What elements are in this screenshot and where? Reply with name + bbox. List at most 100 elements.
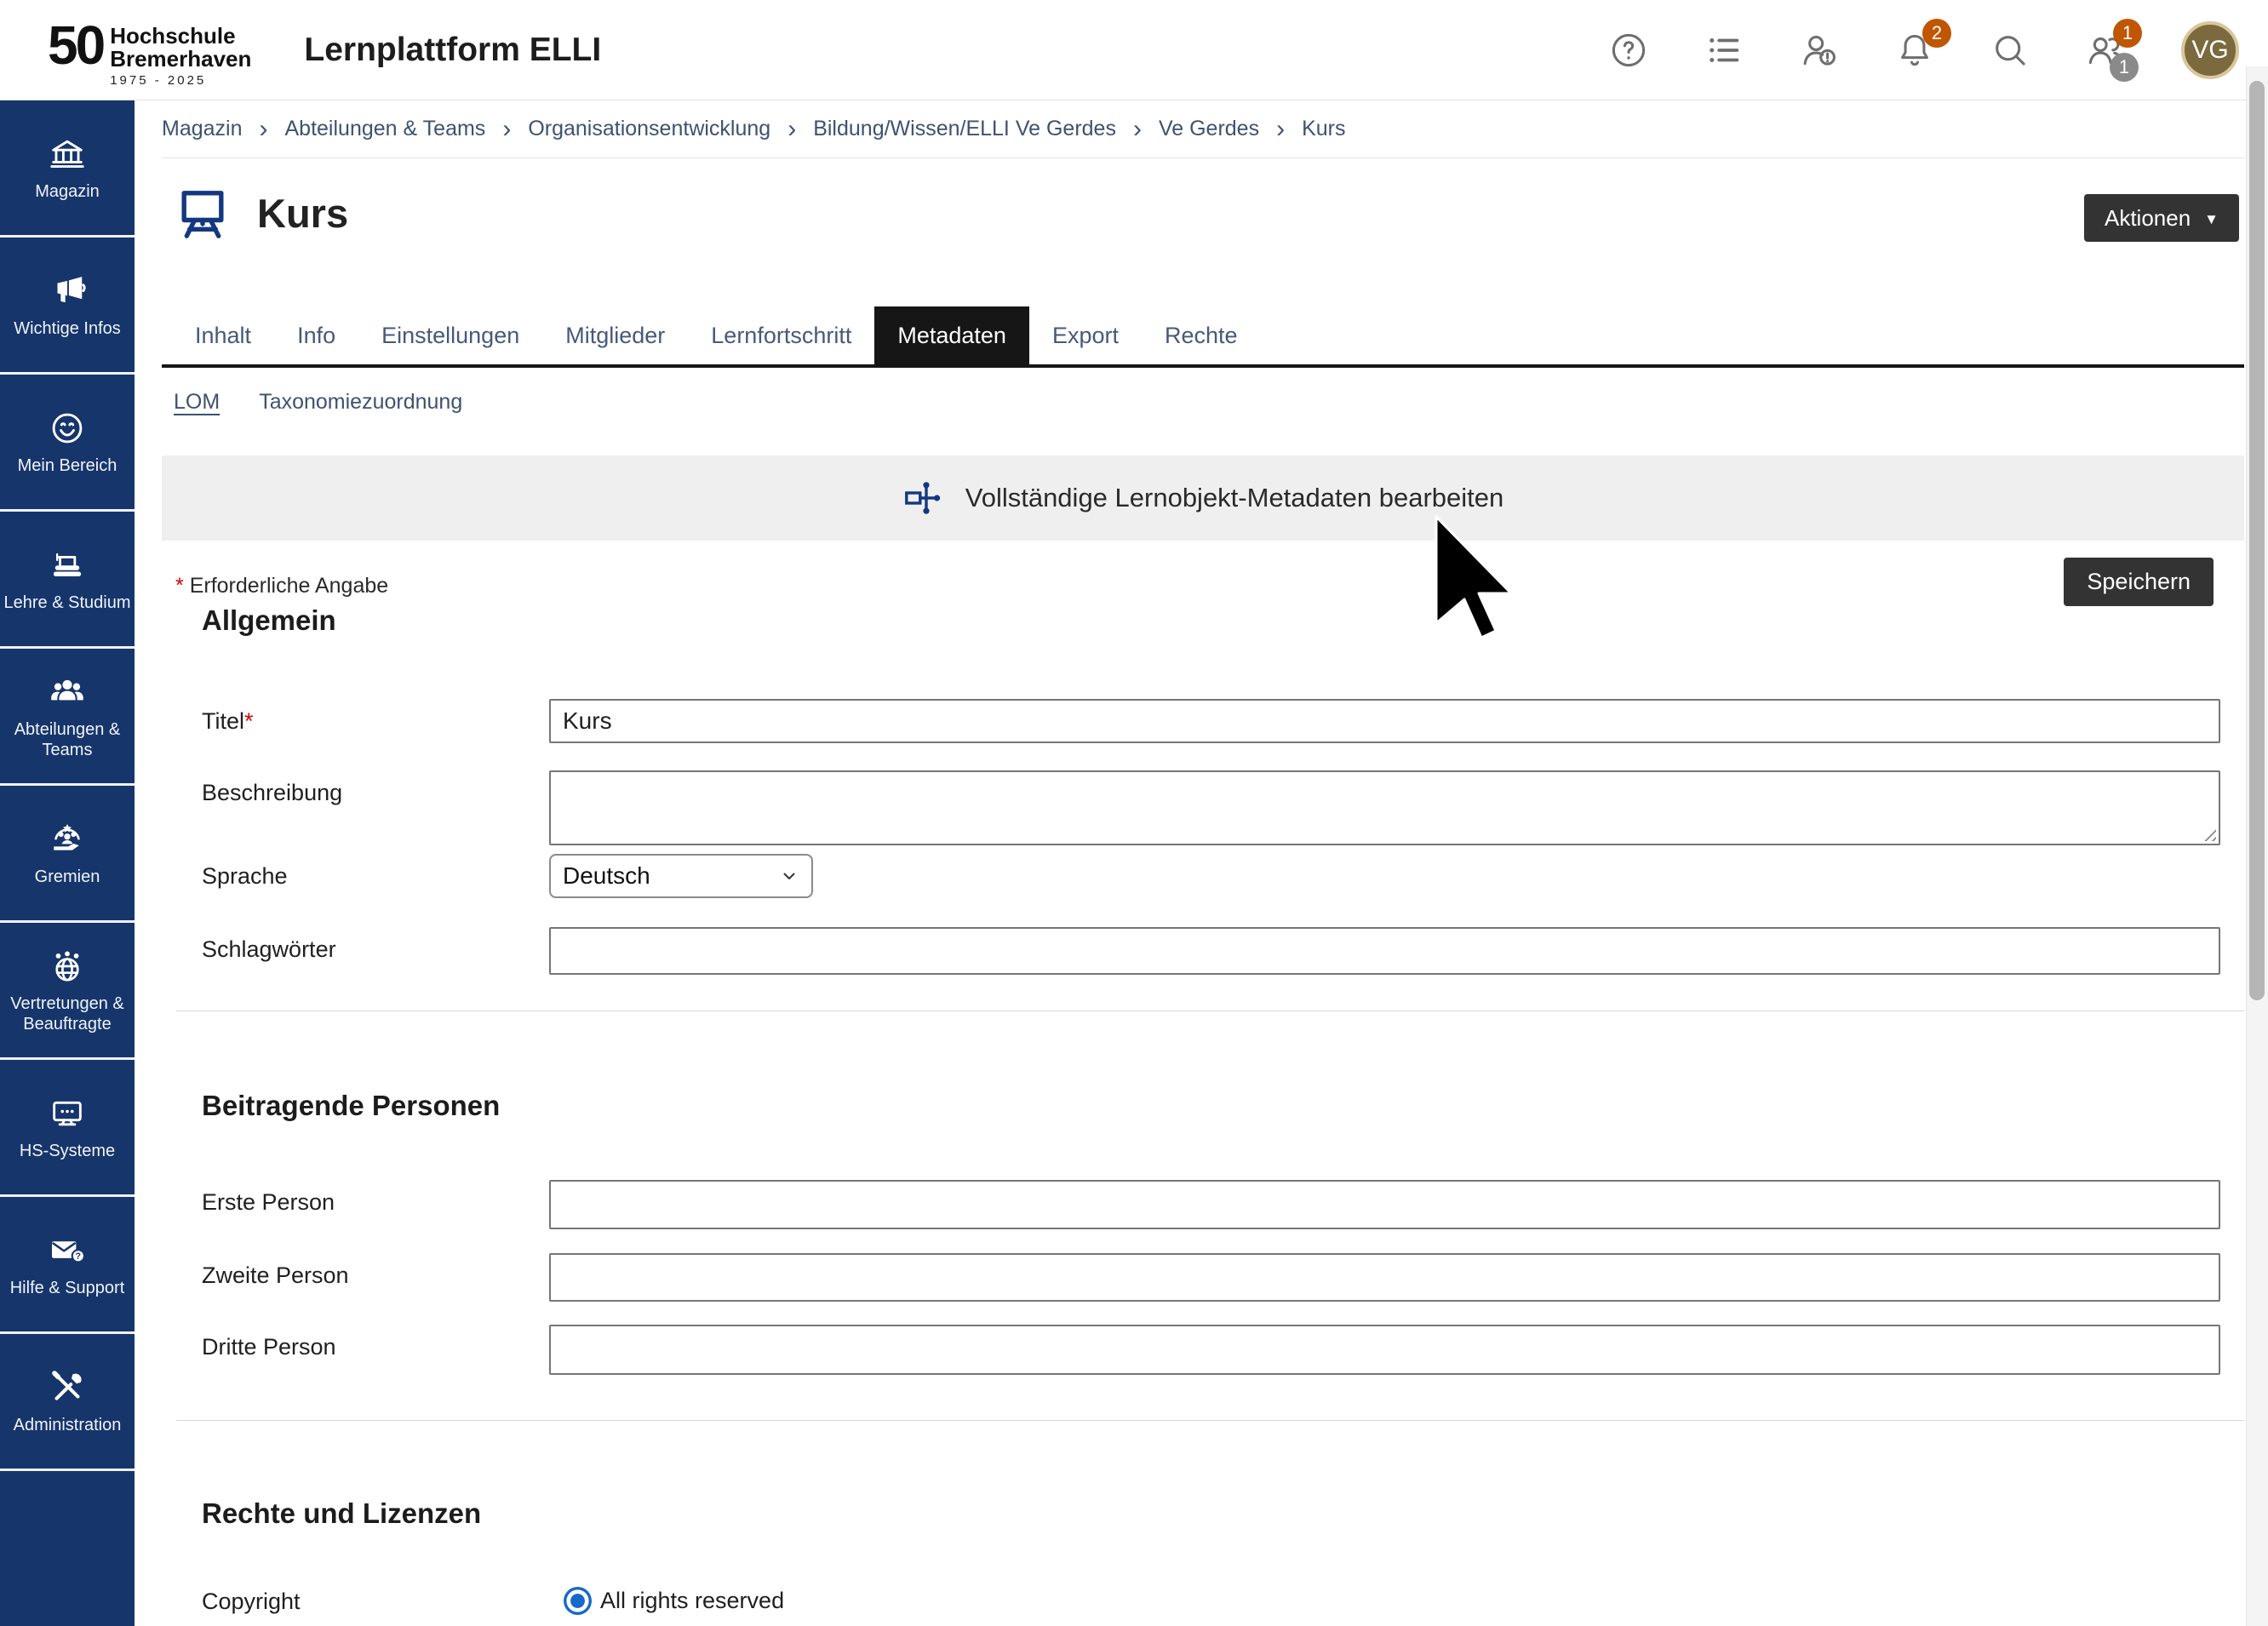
logo-years: 1975 - 2025 (110, 73, 251, 88)
main-sidebar: Magazin Wichtige Infos Mein Bereich (0, 100, 135, 1626)
breadcrumb: Magazin › Abteilungen & Teams › Organisa… (162, 100, 2244, 158)
sidebar-item-label: Gremien (35, 867, 100, 887)
sidebar-item-administration[interactable]: Administration (0, 1334, 135, 1471)
search-icon[interactable] (1990, 31, 2030, 70)
tab-rechte[interactable]: Rechte (1142, 306, 1261, 364)
logo-50: 50 (48, 20, 103, 72)
help-icon[interactable] (1609, 31, 1648, 70)
subtab-lom[interactable]: LOM (174, 390, 220, 418)
notifications-bell-icon[interactable]: 2 (1895, 31, 1934, 70)
tools-icon (48, 1368, 87, 1407)
breadcrumb-link[interactable]: Magazin (162, 117, 243, 141)
sidebar-item-wichtige-infos[interactable]: Wichtige Infos (0, 238, 135, 375)
save-button[interactable]: Speichern (2064, 558, 2214, 606)
notifications-badge: 2 (1922, 19, 1951, 48)
sidebar-item-gremien[interactable]: Gremien (0, 786, 135, 923)
sidebar-item-hilfe-support[interactable]: ? Hilfe & Support (0, 1197, 135, 1334)
breadcrumb-separator: › (788, 117, 796, 142)
vertical-scrollbar-track[interactable] (2246, 66, 2268, 1626)
mail-question-icon: ? (48, 1231, 87, 1270)
caret-down-icon: ▼ (2204, 211, 2219, 228)
sprache-select[interactable]: Deutsch (549, 854, 813, 898)
metadata-nodes-icon (902, 478, 943, 518)
sidebar-item-label: Hilfe & Support (10, 1278, 125, 1298)
top-header: 50 Hochschule Bremerhaven 1975 - 2025 Le… (0, 0, 2268, 100)
bank-icon (48, 135, 87, 174)
logo-name-line2: Bremerhaven (110, 48, 251, 71)
monitor-icon (48, 1094, 87, 1133)
page-title: Kurs (257, 190, 348, 237)
tab-einstellungen[interactable]: Einstellungen (358, 306, 542, 364)
tab-inhalt[interactable]: Inhalt (172, 306, 274, 364)
beschreibung-label: Beschreibung (202, 770, 549, 806)
breadcrumb-separator: › (1276, 117, 1285, 142)
course-easel-icon (174, 184, 232, 242)
sidebar-item-label: Administration (14, 1415, 122, 1435)
sidebar-item-abteilungen-teams[interactable]: Abteilungen & Teams (0, 649, 135, 786)
breadcrumb-current[interactable]: Kurs (1302, 117, 1345, 141)
awareness-person-icon[interactable] (1800, 31, 1839, 70)
section-title-allgemein: Allgemein (202, 604, 336, 637)
required-asterisk: * (244, 708, 254, 734)
sidebar-item-label: Abteilungen & Teams (3, 719, 132, 760)
sidebar-item-label: Magazin (35, 181, 100, 202)
dritte-person-label: Dritte Person (202, 1325, 549, 1360)
smiley-icon (48, 409, 87, 448)
sidebar-item-hs-systeme[interactable]: HS-Systeme (0, 1060, 135, 1197)
main-menu-list-icon[interactable] (1704, 31, 1744, 70)
sidebar-item-magazin[interactable]: Magazin (0, 100, 135, 238)
user-avatar[interactable]: VG (2181, 21, 2239, 79)
edit-full-metadata-banner[interactable]: Vollständige Lernobjekt-Metadaten bearbe… (162, 455, 2244, 541)
dritte-person-input[interactable] (549, 1325, 2220, 1375)
section-title-beitragende: Beitragende Personen (202, 1090, 500, 1122)
breadcrumb-separator: › (260, 117, 268, 142)
copyright-radio-selected[interactable] (564, 1587, 592, 1615)
erste-person-label: Erste Person (202, 1180, 549, 1216)
section-title-rechte: Rechte und Lizenzen (202, 1497, 481, 1530)
sidebar-item-label: Mein Bereich (18, 455, 117, 476)
breadcrumb-link[interactable]: Bildung/Wissen/ELLI Ve Gerdes (813, 117, 1116, 141)
required-note: * Erforderliche Angabe (175, 574, 388, 598)
contacts-icon[interactable]: 1 1 (2086, 31, 2125, 70)
sidebar-item-mein-bereich[interactable]: Mein Bereich (0, 375, 135, 512)
tab-info[interactable]: Info (274, 306, 358, 364)
beschreibung-textarea[interactable] (549, 770, 2220, 845)
vertical-scrollbar-thumb[interactable] (2249, 81, 2265, 1000)
schlagwoerter-label: Schlagwörter (202, 927, 549, 963)
subtab-taxonomiezuordnung[interactable]: Taxonomiezuordnung (259, 390, 462, 418)
app-window: 50 Hochschule Bremerhaven 1975 - 2025 Le… (0, 0, 2268, 1626)
university-logo[interactable]: 50 Hochschule Bremerhaven 1975 - 2025 (48, 13, 251, 88)
logo-name-line1: Hochschule (110, 25, 251, 48)
contacts-badge-count: 1 (2110, 53, 2139, 82)
sub-tab-bar: LOM Taxonomiezuordnung (174, 390, 462, 418)
sprache-label: Sprache (202, 854, 549, 890)
sidebar-item-vertretungen[interactable]: Vertretungen & Beauftragte (0, 923, 135, 1060)
breadcrumb-link[interactable]: Abteilungen & Teams (285, 117, 486, 141)
tab-bar: Inhalt Info Einstellungen Mitglieder Ler… (162, 306, 2244, 368)
tab-lernfortschritt[interactable]: Lernfortschritt (688, 306, 874, 364)
zweite-person-input[interactable] (549, 1253, 2220, 1302)
svg-text:?: ? (76, 1251, 82, 1262)
required-asterisk: * (175, 574, 184, 598)
tab-mitglieder[interactable]: Mitglieder (542, 306, 688, 364)
titel-label-text: Titel (202, 708, 244, 734)
actions-button[interactable]: Aktionen ▼ (2084, 194, 2239, 242)
breadcrumb-link[interactable]: Organisationsentwicklung (528, 117, 770, 141)
actions-button-label: Aktionen (2105, 205, 2191, 232)
tab-export[interactable]: Export (1029, 306, 1142, 364)
sidebar-item-lehre-studium[interactable]: Lehre & Studium (0, 512, 135, 649)
erste-person-input[interactable] (549, 1180, 2220, 1229)
titel-label: Titel* (202, 699, 549, 735)
titel-input[interactable] (549, 699, 2220, 743)
chevron-down-icon (779, 866, 799, 886)
globe-people-icon (48, 947, 87, 986)
textarea-resize-grip[interactable] (2204, 829, 2216, 841)
sidebar-item-label: Wichtige Infos (14, 318, 121, 339)
breadcrumb-separator: › (502, 117, 511, 142)
schlagwoerter-input[interactable] (549, 927, 2220, 975)
copyright-label: Copyright (202, 1585, 549, 1615)
sidebar-item-label: HS-Systeme (20, 1141, 115, 1161)
tab-metadaten[interactable]: Metadaten (874, 306, 1029, 364)
sidebar-item-label: Lehre & Studium (4, 593, 131, 613)
breadcrumb-link[interactable]: Ve Gerdes (1159, 117, 1259, 141)
